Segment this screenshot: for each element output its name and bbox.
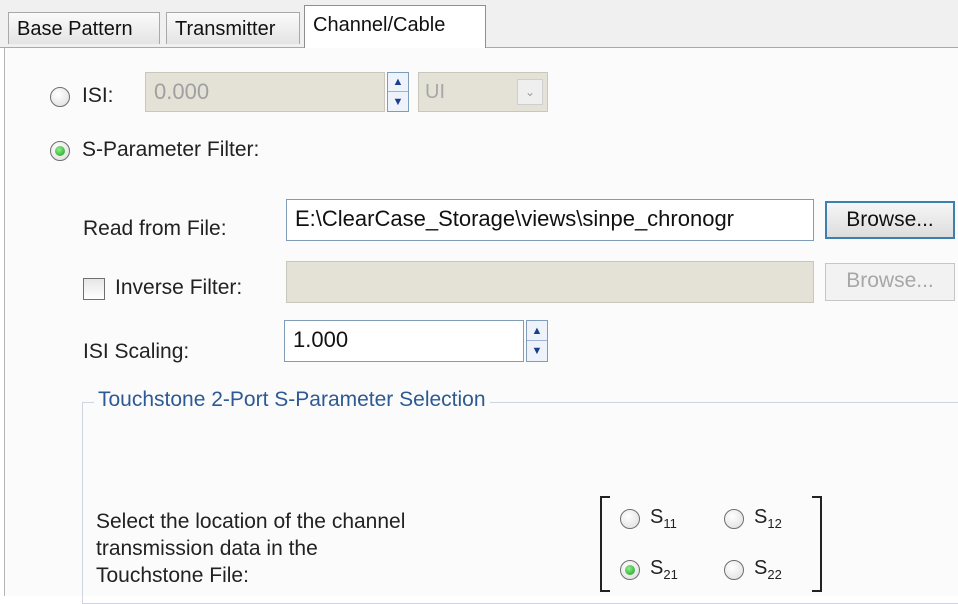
- touchstone-group-title: Touchstone 2-Port S-Parameter Selection: [94, 388, 490, 412]
- isi-unit-select[interactable]: UI ⌄: [418, 72, 548, 112]
- touchstone-instruction-line-3: Touchstone File:: [96, 564, 249, 587]
- s21-radio[interactable]: [620, 560, 640, 580]
- tab-strip: Base Pattern Transmitter Channel/Cable: [0, 0, 958, 48]
- matrix-right-bracket: [812, 496, 822, 592]
- s12-label: S12: [754, 506, 782, 531]
- spin-down-icon[interactable]: ▼: [527, 341, 547, 361]
- s22-radio[interactable]: [724, 560, 744, 580]
- inverse-filter-checkbox[interactable]: [83, 278, 105, 300]
- s11-label: S11: [650, 506, 677, 531]
- inverse-filter-label: Inverse Filter:: [115, 276, 243, 299]
- isi-radio[interactable]: [50, 87, 70, 107]
- spin-up-icon[interactable]: ▲: [388, 73, 408, 92]
- isi-unit-value: UI: [425, 81, 445, 103]
- isi-scaling-input[interactable]: 1.000: [284, 320, 524, 362]
- tab-transmitter[interactable]: Transmitter: [166, 12, 300, 44]
- chevron-down-icon[interactable]: ⌄: [517, 79, 543, 105]
- tab-base-pattern[interactable]: Base Pattern: [8, 12, 160, 44]
- tab-label: Base Pattern: [17, 18, 133, 40]
- s11-radio[interactable]: [620, 509, 640, 529]
- inverse-filter-path-input[interactable]: [286, 261, 814, 303]
- matrix-left-bracket: [600, 496, 610, 592]
- sparam-filter-radio[interactable]: [50, 141, 70, 161]
- isi-spinner[interactable]: ▲ ▼: [387, 72, 409, 112]
- spin-up-icon[interactable]: ▲: [527, 321, 547, 341]
- s22-label: S22: [754, 557, 782, 582]
- isi-label: ISI:: [82, 84, 114, 107]
- tab-label: Channel/Cable: [313, 14, 446, 36]
- s12-radio[interactable]: [724, 509, 744, 529]
- tab-channel-cable[interactable]: Channel/Cable: [304, 5, 486, 48]
- read-file-label: Read from File:: [83, 217, 227, 240]
- touchstone-instruction-line-2: transmission data in the: [96, 537, 318, 560]
- read-file-browse-button[interactable]: Browse...: [825, 201, 955, 239]
- sparam-filter-label: S-Parameter Filter:: [82, 138, 260, 161]
- isi-value-input[interactable]: 0.000: [145, 72, 385, 112]
- read-file-path-input[interactable]: E:\ClearCase_Storage\views\sinpe_chronog…: [286, 199, 814, 241]
- isi-scaling-label: ISI Scaling:: [83, 340, 190, 363]
- isi-scaling-spinner[interactable]: ▲ ▼: [526, 320, 548, 362]
- touchstone-instruction-line-1: Select the location of the channel: [96, 510, 406, 533]
- s21-label: S21: [650, 557, 678, 582]
- inverse-filter-browse-button[interactable]: Browse...: [825, 263, 955, 301]
- tab-label: Transmitter: [175, 18, 276, 40]
- spin-down-icon[interactable]: ▼: [388, 92, 408, 111]
